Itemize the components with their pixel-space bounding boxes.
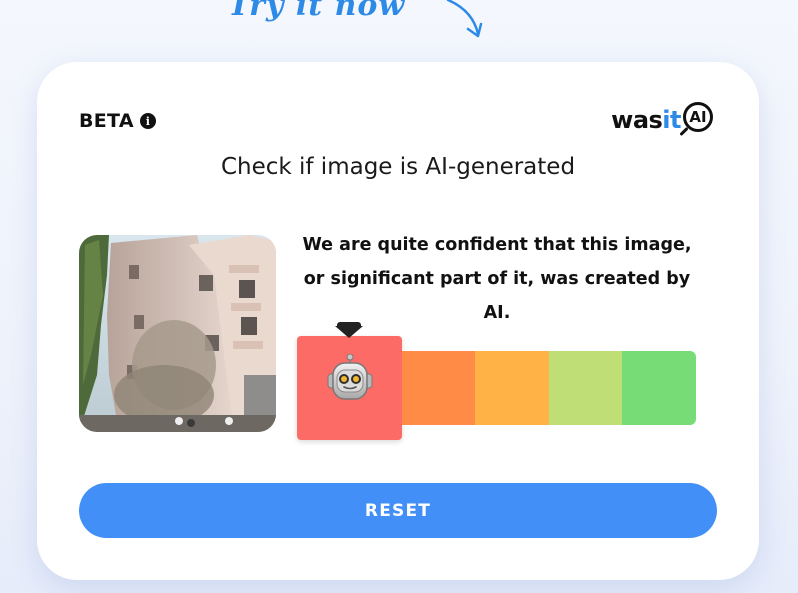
logo-text-ai: AI <box>689 108 707 126</box>
curved-arrow-icon <box>446 0 483 38</box>
scale-marker-pointer <box>335 326 363 338</box>
logo-text-was: was <box>611 106 663 134</box>
uploaded-image-thumbnail <box>79 235 276 432</box>
scale-segment-5 <box>622 351 696 425</box>
logo-magnifier-icon: AI <box>679 102 719 138</box>
detector-card: BETA i was it AI Check if image is AI-ge… <box>37 62 759 580</box>
result-message: We are quite confident that this image, … <box>302 235 692 323</box>
info-icon[interactable]: i <box>139 113 156 129</box>
wasitai-logo[interactable]: was it AI <box>611 102 719 138</box>
reset-button[interactable]: RESET <box>79 483 717 538</box>
logo-text-it: it <box>662 106 681 134</box>
scale-segment-4 <box>549 351 622 425</box>
page-title: Check if image is AI-generated <box>220 154 576 180</box>
scale-segment-3 <box>475 351 549 425</box>
beta-label: BETA <box>79 110 134 132</box>
ai-confidence-scale <box>297 322 697 446</box>
robot-icon <box>327 354 373 400</box>
scale-segment-2 <box>402 351 475 425</box>
try-it-now-heading: Try it now <box>228 0 406 23</box>
beta-tag: BETA i <box>79 110 156 132</box>
